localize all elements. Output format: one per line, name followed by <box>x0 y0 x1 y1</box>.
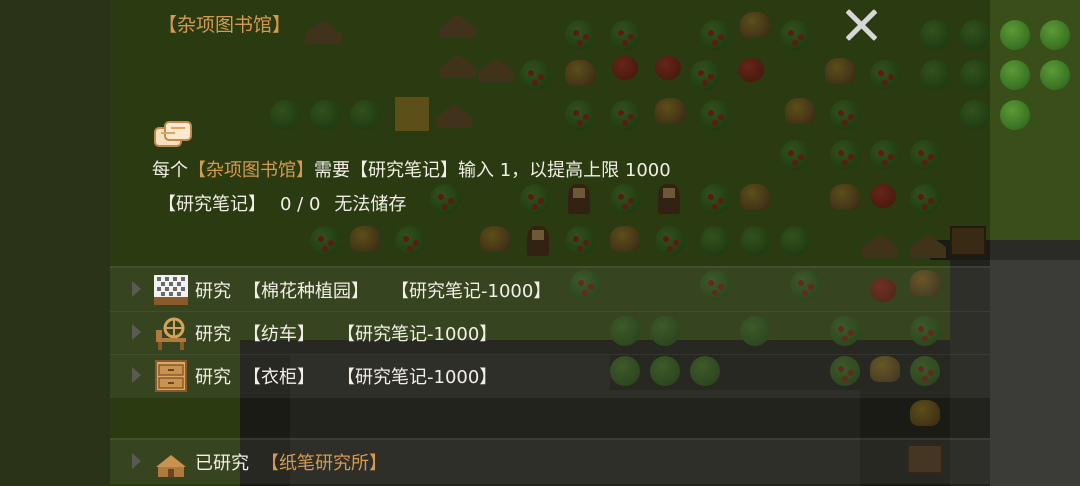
row-cost: 【研究笔记-1000】 <box>391 281 552 302</box>
paper-pen-institute-icon <box>156 455 186 477</box>
research-row-spinning-wheel[interactable]: 研究 【纺车】 【研究笔记-1000】 <box>110 311 990 355</box>
desc-item: 【研究笔记】 <box>350 160 458 181</box>
researched-row-paper-pen-institute[interactable]: 已研究 【纸笔研究所】 <box>110 440 990 484</box>
storage-amount: 0 / 0 <box>280 194 321 215</box>
research-row-cotton-plantation[interactable]: 研究 【棉花种植园】 【研究笔记-1000】 <box>110 268 990 312</box>
research-row-text: 研究 【纺车】 【研究笔记-1000】 <box>195 320 497 346</box>
desc-prefix: 每个 <box>152 160 188 181</box>
tree <box>1000 60 1030 90</box>
spinning-wheel-icon <box>156 317 186 350</box>
tree <box>1040 60 1070 90</box>
research-row-text: 研究 【棉花种植园】 【研究笔记-1000】 <box>195 277 551 303</box>
researched-row-text: 已研究 【纸笔研究所】 <box>195 449 387 475</box>
research-row-wardrobe[interactable]: 研究 【衣柜】 【研究笔记-1000】 <box>110 354 990 398</box>
tree <box>1040 20 1070 50</box>
expand-arrow-icon[interactable] <box>132 324 141 340</box>
row-cost: 【研究笔记-1000】 <box>337 367 498 388</box>
desc-building: 【杂项图书馆】 <box>188 160 314 181</box>
row-target: 【衣柜】 <box>243 367 315 388</box>
row-target: 【纺车】 <box>243 324 315 345</box>
panel-title: 【杂项图书馆】 <box>158 14 292 36</box>
close-button[interactable] <box>838 2 884 48</box>
expand-arrow-icon[interactable] <box>132 453 141 469</box>
storage-status: 【研究笔记】 0 / 0 无法储存 <box>158 190 420 216</box>
info-panel-overlay <box>110 0 990 486</box>
research-notes-icon <box>154 121 192 147</box>
row-target: 【棉花种植园】 <box>243 281 369 302</box>
row-action: 研究 <box>195 324 231 345</box>
row-action: 已研究 <box>195 453 249 474</box>
expand-arrow-icon[interactable] <box>132 367 141 383</box>
library-description: 每个【杂项图书馆】需要【研究笔记】输入 1，以提高上限 1000 <box>152 156 671 182</box>
dark-grass-area <box>0 0 110 486</box>
cotton-plantation-icon <box>154 275 188 305</box>
game-screen: 【杂项图书馆】 每个【杂项图书馆】需要【研究笔记】输入 1，以提高上限 1000… <box>0 0 1080 486</box>
research-row-text: 研究 【衣柜】 【研究笔记-1000】 <box>195 363 497 389</box>
desc-requires: 需要 <box>314 160 350 181</box>
row-action: 研究 <box>195 281 231 302</box>
row-target: 【纸笔研究所】 <box>261 453 387 474</box>
row-action: 研究 <box>195 367 231 388</box>
tree <box>1000 20 1030 50</box>
storage-status-text: 无法储存 <box>334 194 407 215</box>
expand-arrow-icon[interactable] <box>132 281 141 297</box>
wardrobe-icon <box>155 360 187 392</box>
storage-item: 【研究笔记】 <box>158 194 266 215</box>
desc-input-text: 输入 1，以提高上限 1000 <box>458 160 671 181</box>
tree <box>1000 100 1030 130</box>
row-cost: 【研究笔记-1000】 <box>337 324 498 345</box>
